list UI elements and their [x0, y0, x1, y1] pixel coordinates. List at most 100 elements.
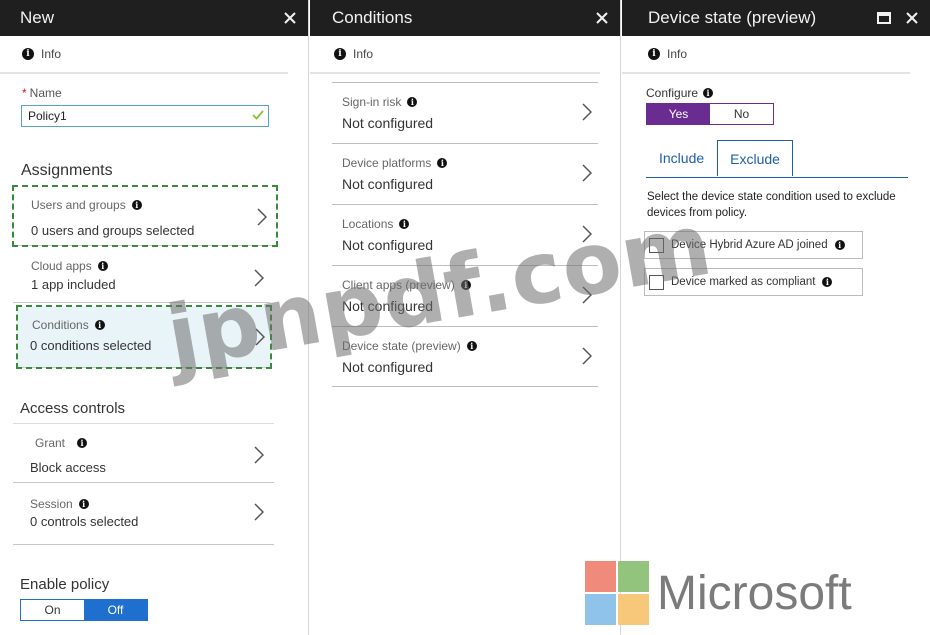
conditions-card[interactable]: Conditions i 0 conditions selected — [16, 305, 272, 369]
card-label: Session — [30, 497, 73, 511]
condition-device-state[interactable]: Device state (preview) i Not configured — [332, 326, 598, 387]
condition-sign-in-risk[interactable]: Sign-in risk i Not configured — [332, 82, 598, 143]
info-link[interactable]: i Info — [310, 36, 600, 74]
info-icon: i — [22, 48, 34, 60]
toggle-on-option[interactable]: On — [21, 600, 84, 620]
condition-client-apps[interactable]: Client apps (preview) i Not configured — [332, 265, 598, 326]
enable-policy-toggle[interactable]: On Off — [20, 599, 148, 621]
condition-value: Not configured — [342, 359, 434, 375]
info-icon: i — [94, 320, 105, 330]
toggle-off-option[interactable]: Off — [84, 600, 147, 620]
tab-exclude[interactable]: Exclude — [717, 140, 793, 176]
condition-value: Not configured — [342, 298, 434, 314]
grant-card[interactable]: Grant i Block access — [13, 423, 274, 483]
configure-toggle[interactable]: Yes No — [646, 103, 774, 125]
tabs-divider — [646, 177, 908, 178]
configure-label-text: Configure — [646, 86, 699, 100]
close-icon[interactable] — [282, 10, 298, 26]
option-label: Device Hybrid Azure AD joined — [671, 239, 828, 251]
option-label: Device marked as compliant — [671, 276, 816, 288]
chevron-right-icon — [255, 328, 265, 346]
microsoft-logo: Microsoft — [585, 561, 852, 625]
info-label: Info — [667, 47, 688, 61]
info-icon: i — [460, 280, 471, 290]
microsoft-wordmark: Microsoft — [657, 566, 852, 620]
condition-label: Device platforms — [342, 156, 432, 170]
condition-label: Locations — [342, 217, 394, 231]
chevron-right-icon — [254, 446, 264, 464]
enable-policy-title: Enable policy — [20, 576, 110, 593]
info-icon: i — [131, 200, 142, 210]
compliant-checkbox[interactable] — [649, 274, 664, 290]
info-icon: i — [334, 48, 346, 60]
option-compliant[interactable]: Device marked as compliant i — [644, 268, 863, 296]
info-icon: i — [97, 261, 108, 271]
chevron-right-icon — [582, 164, 592, 182]
card-value: Block access — [30, 460, 106, 475]
card-label: Cloud apps — [31, 259, 92, 273]
condition-device-platforms[interactable]: Device platforms i Not configured — [332, 143, 598, 204]
info-link[interactable]: i Info — [0, 36, 288, 74]
info-icon: i — [77, 438, 88, 448]
card-value: 1 app included — [31, 277, 116, 292]
card-value: 0 controls selected — [30, 514, 139, 529]
checkmark-icon — [252, 108, 264, 120]
close-icon[interactable] — [904, 10, 920, 26]
conditions-list: Sign-in risk i Not configured Device plat… — [332, 82, 598, 387]
blade-header: Conditions — [310, 0, 620, 36]
card-label: Conditions — [32, 318, 89, 332]
policy-name-input[interactable] — [21, 105, 269, 127]
card-label: Grant — [35, 436, 66, 450]
configure-no-option[interactable]: No — [710, 104, 773, 124]
close-icon[interactable] — [594, 10, 610, 26]
assignments-title: Assignments — [21, 162, 113, 179]
chevron-right-icon — [254, 269, 264, 287]
info-label: Info — [41, 47, 62, 61]
configure-label: Configure i — [646, 86, 714, 100]
access-controls-title: Access controls — [20, 400, 126, 417]
blade-title: Device state (preview) — [648, 8, 817, 27]
info-icon: i — [703, 88, 714, 98]
info-icon: i — [399, 219, 410, 229]
name-label-text: Name — [29, 86, 62, 100]
microsoft-logo-icon — [585, 561, 649, 625]
condition-label: Device state (preview) — [342, 339, 461, 353]
option-hybrid-joined[interactable]: Device Hybrid Azure AD joined i — [644, 231, 863, 259]
info-icon: i — [648, 48, 660, 60]
info-icon: i — [466, 341, 477, 351]
info-icon: i — [78, 499, 89, 509]
condition-label: Sign-in risk — [342, 95, 402, 109]
info-icon: i — [834, 240, 845, 250]
info-icon: i — [437, 158, 448, 168]
chevron-right-icon — [582, 225, 592, 243]
card-label: Users and groups — [31, 198, 126, 212]
chevron-right-icon — [582, 286, 592, 304]
card-value: 0 conditions selected — [30, 338, 152, 353]
session-card[interactable]: Session i 0 controls selected — [13, 485, 274, 545]
include-exclude-tabs: Include Exclude — [646, 139, 793, 176]
info-icon: i — [822, 277, 833, 287]
condition-value: Not configured — [342, 176, 434, 192]
cloud-apps-card[interactable]: Cloud apps i 1 app included — [13, 247, 270, 303]
condition-value: Not configured — [342, 237, 434, 253]
blade-header: Device state (preview) — [622, 0, 930, 36]
info-label: Info — [353, 47, 374, 61]
tab-include[interactable]: Include — [646, 139, 717, 175]
condition-label: Client apps (preview) — [342, 278, 455, 292]
exclude-description: Select the device state condition used t… — [647, 191, 896, 219]
new-policy-blade: New i Info *Name Assignments Users and g… — [0, 0, 309, 635]
maximize-icon[interactable] — [876, 10, 892, 26]
card-value: 0 users and groups selected — [31, 223, 195, 238]
configure-yes-option[interactable]: Yes — [647, 104, 710, 124]
info-icon: i — [407, 97, 418, 107]
hybrid-joined-checkbox[interactable] — [649, 237, 664, 253]
chevron-right-icon — [582, 347, 592, 365]
chevron-right-icon — [254, 503, 264, 521]
info-link[interactable]: i Info — [622, 36, 910, 74]
condition-locations[interactable]: Locations i Not configured — [332, 204, 598, 265]
blade-header: New — [0, 0, 308, 36]
condition-value: Not configured — [342, 115, 434, 131]
users-and-groups-card[interactable]: Users and groups i 0 users and groups sel… — [12, 185, 278, 247]
blade-title: Conditions — [332, 8, 413, 27]
blade-title: New — [20, 8, 55, 27]
